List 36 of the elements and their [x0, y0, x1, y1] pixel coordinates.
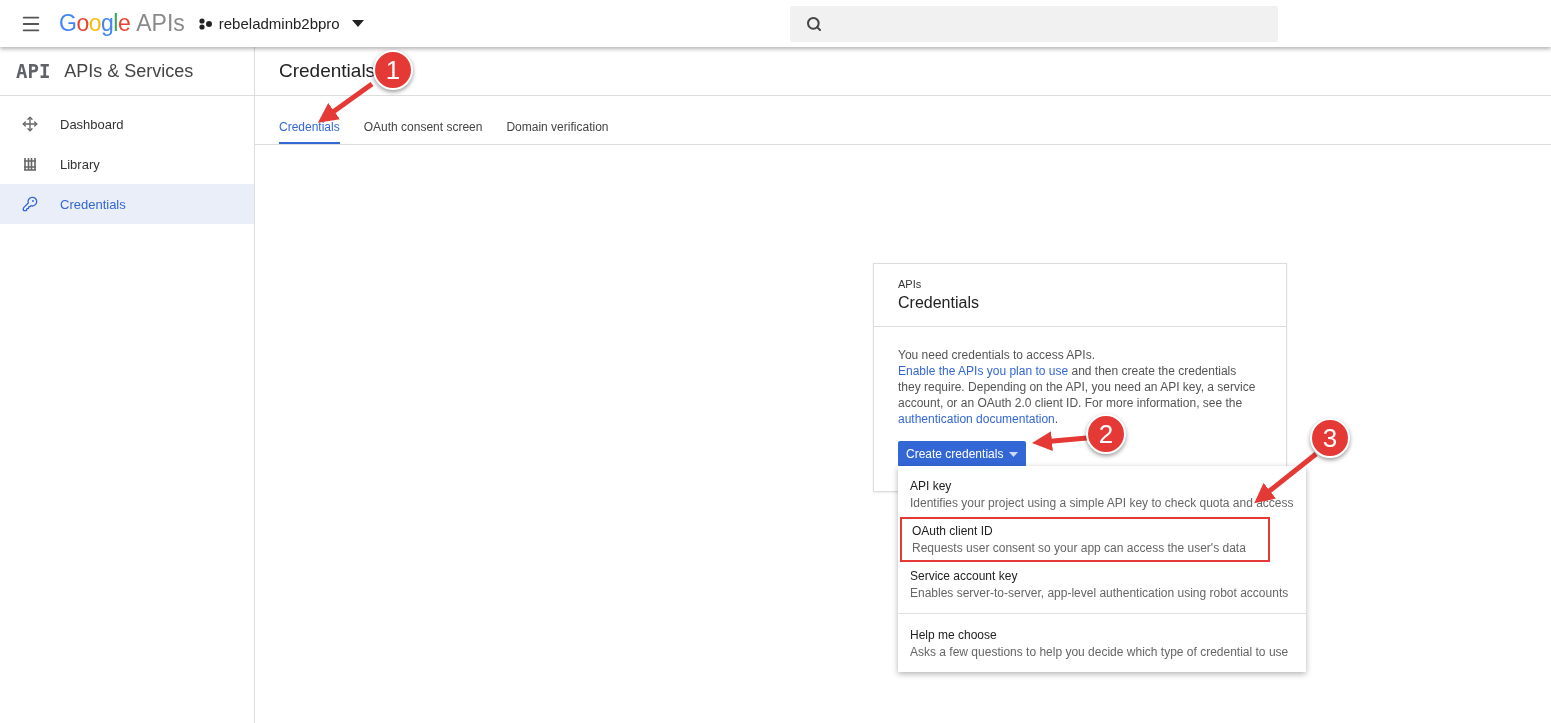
- step-number-badge: 3: [1310, 418, 1350, 458]
- text-link[interactable]: authentication documentation: [898, 412, 1055, 426]
- create-credentials-button[interactable]: Create credentials: [898, 441, 1027, 467]
- sidebar-item[interactable]: Library: [0, 144, 254, 184]
- text-link[interactable]: Enable the APIs you plan to use: [898, 364, 1069, 378]
- sidebar-title: APIs & Services: [64, 60, 194, 82]
- key-icon: [22, 196, 38, 212]
- brand-logo: Google: [59, 10, 131, 37]
- tab[interactable]: Credentials: [279, 110, 340, 144]
- caret-icon: [351, 20, 364, 27]
- annotation-arrow: [1032, 431, 1088, 452]
- menu-item[interactable]: Service account key Enables server-to-server, app-level authentication using robot accounts: [898, 562, 1306, 607]
- annotation-arrow: [317, 81, 374, 123]
- menu-item[interactable]: Help me choose Asks a few questions to help you decide which type of credential to use: [898, 613, 1306, 666]
- tab[interactable]: Domain verification: [506, 110, 609, 144]
- project-selector[interactable]: rebeladminb2bpro: [198, 15, 364, 32]
- api-logo: API: [16, 60, 51, 82]
- sidebar-item-label: Dashboard: [60, 116, 124, 132]
- search-icon: [805, 15, 822, 32]
- search-field[interactable]: [789, 5, 1278, 42]
- sidebar-item[interactable]: Dashboard: [0, 104, 254, 144]
- menu-item[interactable]: OAuth client ID Requests user consent so your app can access the user's data: [900, 517, 1270, 562]
- step-number-badge: 1: [373, 50, 413, 90]
- sidebar-item-label: Library: [60, 156, 100, 172]
- tab[interactable]: OAuth consent screen: [363, 110, 483, 144]
- caret-icon: [1009, 451, 1019, 457]
- project-icon: [198, 17, 213, 30]
- dashboard-icon: [22, 116, 38, 132]
- sidebar-item-label: Credentials: [60, 196, 126, 212]
- brand-suffix: APIs: [136, 10, 185, 37]
- menu-item[interactable]: API key Identifies your project using a simple API key to check quota and access: [898, 472, 1306, 517]
- card-eyebrow: APIs: [898, 278, 923, 290]
- sidebar-item[interactable]: Credentials: [0, 184, 254, 224]
- card-title: Credentials: [898, 294, 980, 312]
- page-title: Credentials: [279, 60, 376, 82]
- library-icon: [22, 156, 38, 172]
